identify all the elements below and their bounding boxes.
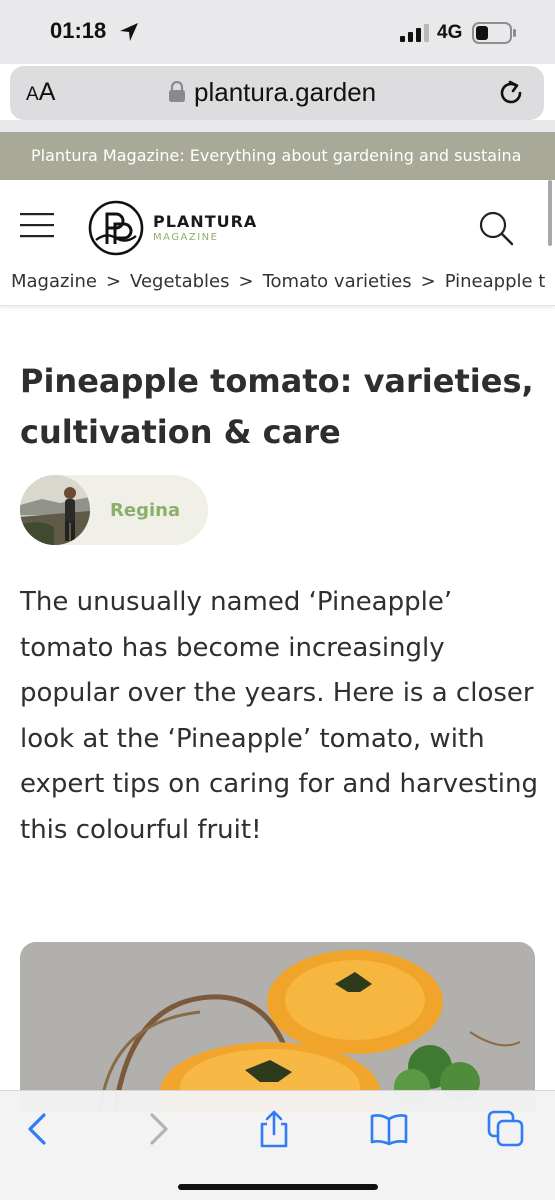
- breadcrumb-item-vegetables[interactable]: Vegetables: [130, 271, 229, 292]
- logo-title: PLANTURA: [153, 212, 258, 231]
- bookmarks-icon[interactable]: [369, 1109, 409, 1149]
- scrollbar[interactable]: [548, 180, 552, 246]
- status-time: 01:18: [50, 18, 107, 43]
- text-size-big-label: A: [38, 78, 56, 106]
- reload-icon[interactable]: [496, 78, 526, 108]
- search-icon[interactable]: [478, 210, 514, 246]
- article-title: Pineapple tomato: varieties, cultivation…: [20, 362, 534, 451]
- logo-icon[interactable]: [88, 200, 144, 256]
- breadcrumb-item-tomato-varieties[interactable]: Tomato varieties: [263, 271, 412, 292]
- browser-chrome-spacer: [0, 120, 555, 132]
- breadcrumb-separator: >: [238, 271, 254, 292]
- battery-icon: [472, 22, 516, 44]
- breadcrumb-separator: >: [105, 271, 122, 292]
- menu-icon[interactable]: [20, 212, 54, 238]
- site-header: PLANTURA MAGAZINE: [0, 180, 555, 265]
- hero-image-tomatoes: [20, 942, 535, 1112]
- breadcrumb-separator: >: [420, 271, 436, 292]
- url-text[interactable]: plantura.garden: [194, 77, 376, 108]
- address-bar[interactable]: AA plantura.garden: [10, 66, 544, 120]
- home-indicator[interactable]: [178, 1184, 378, 1190]
- breadcrumb-item-magazine[interactable]: Magazine: [11, 271, 97, 292]
- back-icon[interactable]: [18, 1109, 58, 1149]
- text-size-button[interactable]: AA: [26, 78, 55, 107]
- announcement-text: Plantura Magazine: Everything about gard…: [31, 146, 522, 165]
- author-name[interactable]: Regina: [110, 500, 180, 521]
- article-intro: The unusually named ‘Pineapple’ tomato h…: [20, 587, 538, 845]
- signal-bars-icon: [400, 24, 429, 42]
- avatar: [20, 475, 90, 545]
- status-bar: 01:18 4G: [0, 0, 555, 64]
- tabs-icon[interactable]: [486, 1109, 526, 1149]
- network-type: 4G: [437, 22, 463, 43]
- author-chip[interactable]: Regina: [20, 475, 208, 545]
- forward-icon[interactable]: [138, 1109, 178, 1149]
- lock-icon: [169, 81, 185, 102]
- logo-subtitle: MAGAZINE: [153, 232, 219, 243]
- location-arrow-icon: [120, 23, 138, 41]
- breadcrumb: Magazine > Vegetables > Tomato varieties > Pin…: [0, 262, 555, 306]
- share-icon[interactable]: [254, 1109, 294, 1149]
- text-size-small-label: A: [26, 84, 39, 105]
- breadcrumb-item-current: Pineapple t: [444, 271, 546, 292]
- announcement-banner[interactable]: Plantura Magazine: Everything about gard…: [0, 132, 555, 180]
